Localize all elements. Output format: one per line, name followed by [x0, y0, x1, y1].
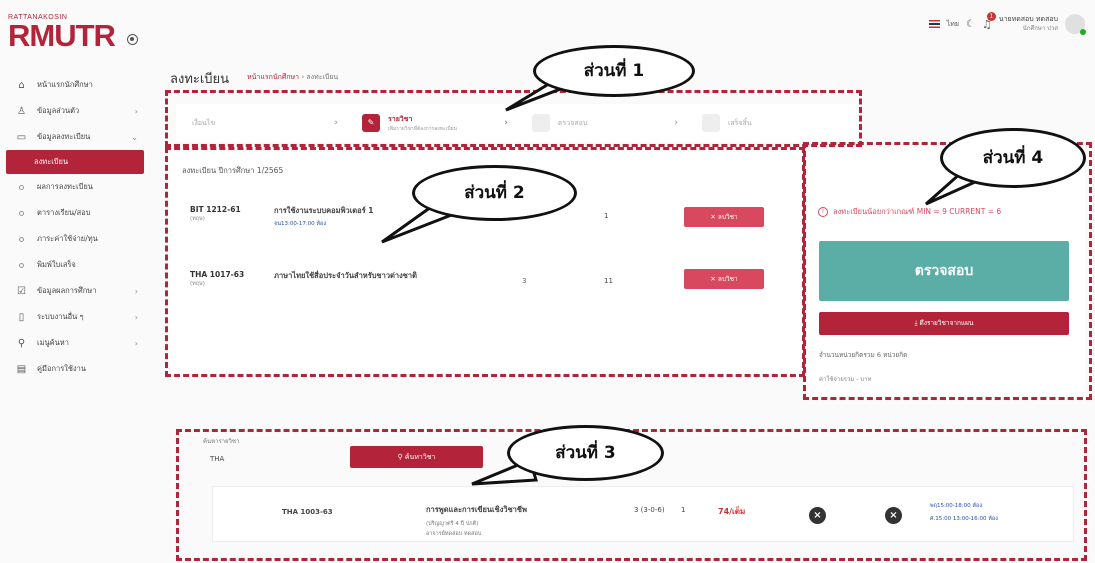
- sidebar-item-manual[interactable]: ▤ คู่มือการใช้งาน: [0, 356, 150, 382]
- sidebar: ⌂ หน้าแรกนักศึกษา ♙ ข้อมูลส่วนตัว › ▭ ข้…: [0, 72, 150, 382]
- language-label[interactable]: ไทย: [947, 19, 959, 30]
- sidebar-item-other-systems[interactable]: ▯ ระบบงานอื่น ๆ ›: [0, 304, 150, 330]
- sidebar-item-grades[interactable]: ☑ ข้อมูลผลการศึกษา ›: [0, 278, 150, 304]
- sidebar-subitem-receipt[interactable]: พิมพ์ใบเสร็จ: [0, 252, 150, 278]
- sidebar-item-label: ภาระค่าใช้จ่าย/ทุน: [37, 234, 98, 243]
- sidebar-item-label: คู่มือการใช้งาน: [37, 364, 86, 373]
- bell-icon[interactable]: ♫ 1: [982, 11, 996, 31]
- bullet-icon: [19, 184, 24, 190]
- chevron-right-icon: ›: [134, 312, 138, 322]
- logo[interactable]: RATTANAKOSIN RMUTR: [8, 14, 116, 53]
- search-icon: ⚲: [17, 337, 26, 349]
- sidebar-item-label: ข้อมูลผลการศึกษา: [37, 286, 97, 295]
- check-square-icon: ☑: [17, 285, 26, 297]
- breadcrumb-home-link[interactable]: หน้าแรกนักศึกษา: [247, 73, 299, 81]
- chevron-down-icon: ⌄: [131, 132, 138, 142]
- user-info[interactable]: นายทดสอบ ทดสอบ นักศึกษา ปวส: [999, 14, 1058, 34]
- chevron-right-icon: ›: [134, 338, 138, 348]
- sidebar-item-label: หน้าแรกนักศึกษา: [37, 80, 93, 89]
- sidebar-subitem-timetable[interactable]: ตารางเรียน/สอบ: [0, 200, 150, 226]
- book-icon: ▭: [16, 131, 27, 143]
- sidebar-item-home[interactable]: ⌂ หน้าแรกนักศึกษา: [0, 72, 150, 98]
- sidebar-item-label: เมนูค้นหา: [37, 338, 69, 347]
- moon-icon[interactable]: ☾: [966, 19, 975, 30]
- notification-badge: 1: [986, 11, 996, 21]
- breadcrumb-current: ลงทะเบียน: [306, 73, 339, 81]
- user-icon: ♙: [17, 105, 26, 117]
- avatar[interactable]: [1065, 14, 1086, 35]
- callout-section-3: ส่วนที่ 3: [507, 425, 664, 481]
- callout-section-4: ส่วนที่ 4: [940, 128, 1086, 188]
- sidebar-subitem-expenses[interactable]: ภาระค่าใช้จ่าย/ทุน: [0, 226, 150, 252]
- sidebar-item-label: พิมพ์ใบเสร็จ: [37, 260, 76, 269]
- sidebar-item-label: ระบบงานอื่น ๆ: [37, 312, 84, 321]
- user-name: นายทดสอบ ทดสอบ: [998, 15, 1058, 23]
- sidebar-subitem-result[interactable]: ผลการลงทะเบียน: [0, 174, 150, 200]
- breadcrumb-separator: ›: [301, 73, 305, 81]
- sidebar-item-label: ข้อมูลส่วนตัว: [37, 106, 80, 115]
- sidebar-item-label: ผลการลงทะเบียน: [37, 182, 93, 191]
- logo-text: RMUTR: [8, 18, 116, 53]
- callout-section-2: ส่วนที่ 2: [412, 165, 577, 221]
- document-icon: ▤: [16, 363, 27, 375]
- callout-section-1: ส่วนที่ 1: [533, 45, 695, 97]
- chevron-right-icon: ›: [134, 286, 138, 296]
- thai-flag-icon[interactable]: [928, 20, 940, 28]
- sidebar-item-registration[interactable]: ▭ ข้อมูลลงทะเบียน ⌄: [0, 124, 150, 150]
- sidebar-item-label: ข้อมูลลงทะเบียน: [37, 132, 91, 141]
- sidebar-item-register-active[interactable]: ลงทะเบียน: [6, 150, 144, 174]
- clipboard-icon: ▯: [18, 311, 25, 323]
- bullet-icon: [19, 236, 24, 242]
- bullet-icon: [19, 262, 24, 268]
- bullet-icon: [19, 210, 24, 216]
- sidebar-toggle-icon[interactable]: [127, 34, 138, 45]
- user-role: นักศึกษา ปวส: [1022, 25, 1058, 32]
- topbar-right: ไทย ☾ ♫ 1 นายทดสอบ ทดสอบ นักศึกษา ปวส: [928, 11, 1086, 35]
- page-title: ลงทะเบียน: [170, 72, 230, 87]
- chevron-right-icon: ›: [134, 106, 138, 116]
- home-icon: ⌂: [18, 79, 25, 91]
- sidebar-item-label: ตารางเรียน/สอบ: [37, 208, 91, 217]
- sidebar-item-profile[interactable]: ♙ ข้อมูลส่วนตัว ›: [0, 98, 150, 124]
- sidebar-item-search[interactable]: ⚲ เมนูค้นหา ›: [0, 330, 150, 356]
- breadcrumb: หน้าแรกนักศึกษา › ลงทะเบียน: [247, 72, 338, 83]
